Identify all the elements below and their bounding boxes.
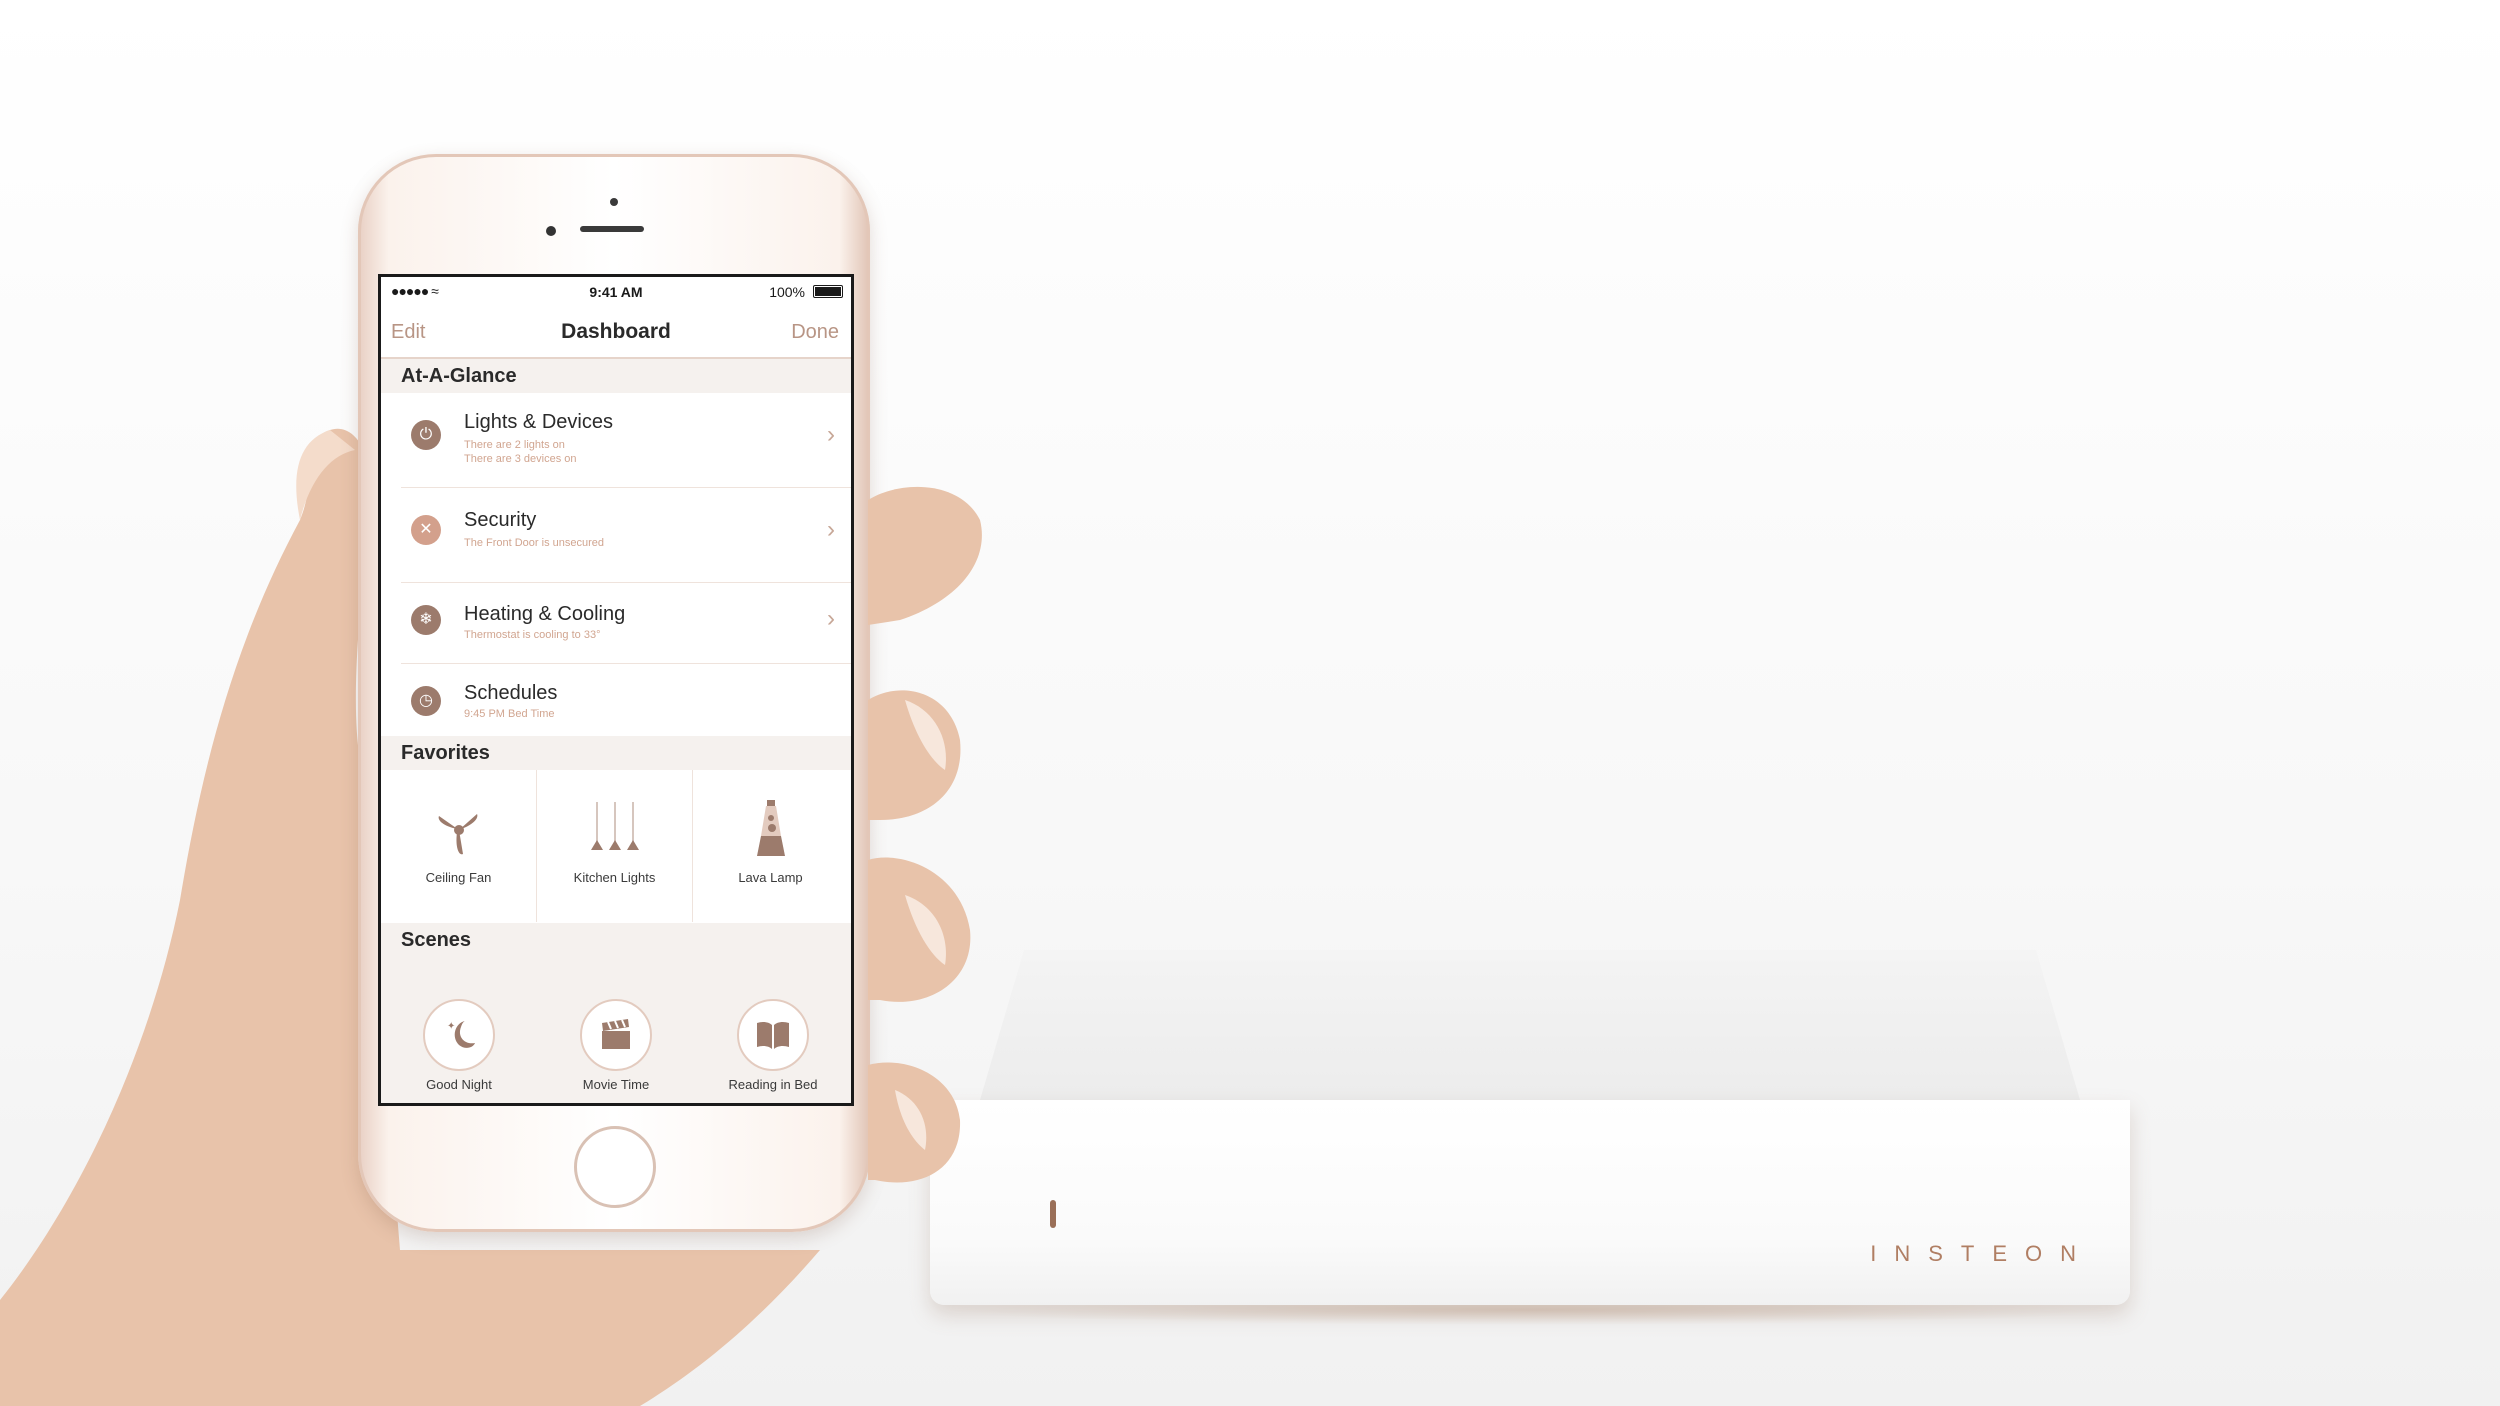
x-icon: ✕ [411,515,441,545]
row-title: Heating & Cooling [464,603,626,625]
moon-icon: ✦ [447,1021,475,1048]
scene-good-night[interactable]: ✦ Good Night [381,999,537,1103]
row-subtitle: Thermostat is cooling to 33° [464,629,601,641]
glance-row-lights-devices[interactable]: ⏻ Lights & Devices There are 2 lights on… [401,393,851,488]
earpiece-speaker [580,226,644,232]
section-header-favorites: Favorites [381,736,851,770]
battery-icon [813,285,843,298]
scene-button[interactable] [580,999,652,1071]
favorite-label: Lava Lamp [738,870,803,885]
hub-status-light [1050,1200,1056,1228]
section-header-at-a-glance: At-A-Glance [381,359,851,393]
scene-label: Reading in Bed [728,1077,818,1092]
row-subtitle: The Front Door is unsecured [464,537,605,549]
row-subtitle: 9:45 PM Bed Time [464,708,555,720]
row-title: Lights & Devices [464,411,613,433]
favorite-kitchen-lights[interactable]: Kitchen Lights [537,770,693,922]
favorite-label: Ceiling Fan [425,870,492,885]
done-button[interactable]: Done [791,321,839,344]
glance-row-heating-cooling[interactable]: ❄ Heating & Cooling Thermostat is coolin… [401,583,851,664]
scene-label: Movie Time [582,1077,650,1092]
snowflake-icon: ❄ [411,605,441,635]
glance-row-security[interactable]: ✕ Security The Front Door is unsecured › [401,488,851,583]
scene-movie-time[interactable]: Movie Time [538,999,694,1103]
scene-reading-in-bed[interactable]: Reading in Bed [695,999,851,1103]
favorite-label: Kitchen Lights [573,870,656,885]
status-bar: ●●●●● ≈ 9:41 AM 100% [381,277,851,307]
scene-button[interactable] [737,999,809,1071]
section-header-scenes: Scenes [381,923,851,989]
home-button[interactable] [574,1126,656,1208]
row-title: Security [464,509,537,531]
chevron-right-icon: › [827,516,835,543]
front-camera [610,198,618,206]
hub-front-panel: INSTEON [930,1100,2130,1305]
pendant-lights-icon [591,802,639,850]
hub-top-surface [980,950,2080,1100]
glance-row-schedules[interactable]: ◷ Schedules 9:45 PM Bed Time [401,664,851,742]
lava-lamp-icon [757,800,785,856]
iphone-device: ●●●●● ≈ 9:41 AM 100% Edit Dashboard Done… [358,154,870,1232]
row-subtitle: There are 2 lights on [464,439,565,451]
favorites-grid: Ceiling Fan Kitchen Lights Lava Lamp [381,770,851,922]
favorite-lava-lamp[interactable]: Lava Lamp [693,770,848,922]
clapperboard-icon [602,1019,630,1049]
chevron-right-icon: › [827,605,835,632]
row-subtitle: There are 3 devices on [464,453,577,465]
clock-icon: ◷ [411,686,441,716]
insteon-hub-device: INSTEON [920,950,2160,1330]
app-screen: ●●●●● ≈ 9:41 AM 100% Edit Dashboard Done… [378,274,854,1106]
fan-icon [438,814,478,855]
book-icon [757,1021,789,1049]
favorite-ceiling-fan[interactable]: Ceiling Fan [381,770,537,922]
row-title: Schedules [464,682,558,704]
battery-percent: 100% [769,284,805,300]
scenes-list: ✦ Good Night Movie Time Reading in Bed [381,989,851,1103]
navigation-bar: Edit Dashboard Done [381,307,851,359]
scene-button[interactable]: ✦ [423,999,495,1071]
proximity-sensor [546,226,556,236]
svg-text:✦: ✦ [447,1021,455,1032]
power-icon: ⏻ [411,420,441,450]
hub-brand-logo: INSTEON [1870,1241,2094,1266]
page-title: Dashboard [561,320,671,343]
chevron-right-icon: › [827,421,835,448]
product-photo-scene: INSTEON ●●●●● ≈ 9:41 AM 100% Edit Dashbo… [0,0,2500,1406]
scene-label: Good Night [426,1077,492,1092]
